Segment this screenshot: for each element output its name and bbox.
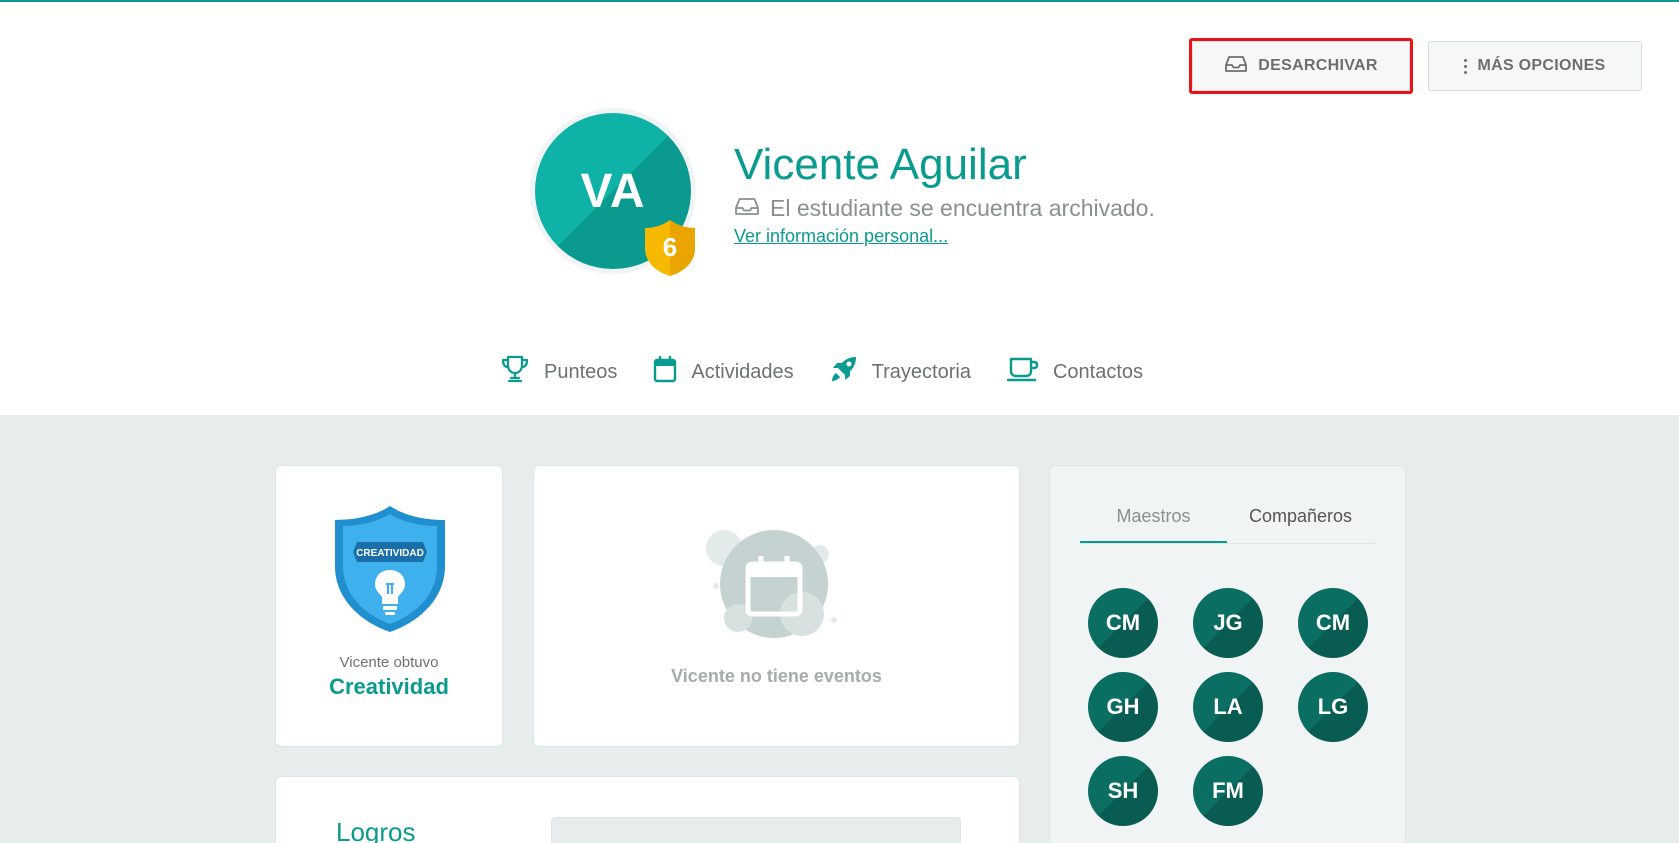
contact-avatar[interactable]: LA: [1193, 672, 1263, 742]
tab-label: Actividades: [691, 360, 794, 383]
empty-calendar-illustration: [702, 522, 852, 652]
archived-status-text: El estudiante se encuentra archivado.: [770, 195, 1155, 221]
award-card: CREATIVIDAD Vicente obtuvo Creatividad: [275, 465, 503, 747]
inbox-icon: [1224, 55, 1248, 78]
badge-banner-text: CREATIVIDAD: [356, 548, 424, 559]
tab-label: Contactos: [1052, 360, 1144, 383]
more-vertical-icon: [1464, 58, 1468, 74]
student-name: Vicente Aguilar: [734, 140, 1027, 189]
unarchive-button[interactable]: DESARCHIVAR: [1192, 41, 1410, 91]
archived-status: El estudiante se encuentra archivado.: [734, 195, 1155, 222]
personal-info-link[interactable]: Ver información personal...: [734, 226, 948, 247]
rocket-icon: [830, 355, 858, 389]
contacts-tabs: Maestros Compañeros: [1080, 498, 1375, 544]
tab-maestros[interactable]: Maestros: [1080, 498, 1227, 543]
events-card: Vicente no tiene eventos: [533, 465, 1020, 747]
contact-avatar[interactable]: CM: [1088, 588, 1158, 658]
logros-title: Logros: [336, 817, 416, 843]
more-options-label: MÁS OPCIONES: [1477, 57, 1606, 74]
unarchive-label: DESARCHIVAR: [1258, 57, 1378, 74]
award-caption: Vicente obtuvo: [339, 654, 439, 671]
profile-tabs: Punteos Actividades Trayectoria Contacto…: [500, 352, 1179, 392]
contact-avatar[interactable]: CM: [1298, 588, 1368, 658]
contact-avatar[interactable]: FM: [1193, 756, 1263, 826]
contact-avatar[interactable]: SH: [1088, 756, 1158, 826]
logros-card: Logros: [275, 776, 1020, 843]
tab-contactos[interactable]: Contactos: [1006, 356, 1144, 388]
events-empty-text: Vicente no tiene eventos: [671, 666, 882, 686]
contact-avatar[interactable]: LG: [1298, 672, 1368, 742]
more-options-button[interactable]: MÁS OPCIONES: [1428, 41, 1642, 91]
contact-avatar[interactable]: GH: [1088, 672, 1158, 742]
tab-label: Punteos: [544, 360, 618, 383]
tab-companeros[interactable]: Compañeros: [1227, 498, 1374, 543]
coffee-cup-icon: [1006, 356, 1039, 388]
tab-trayectoria[interactable]: Trayectoria: [830, 355, 971, 389]
calendar-icon: [653, 355, 677, 389]
inbox-icon: [734, 195, 760, 222]
award-title: Creatividad: [329, 674, 449, 699]
tab-punteos[interactable]: Punteos: [500, 355, 617, 389]
level-number: 6: [662, 232, 678, 262]
contact-avatar[interactable]: JG: [1193, 588, 1263, 658]
contacts-card: Maestros Compañeros CM JG CM GH LA LG SH…: [1049, 465, 1406, 843]
trophy-icon: [500, 355, 530, 389]
tab-actividades[interactable]: Actividades: [653, 355, 794, 389]
level-badge: 6: [643, 218, 697, 278]
tab-label: Trayectoria: [871, 360, 971, 383]
logros-panel: [551, 817, 961, 843]
creativity-badge: CREATIVIDAD: [333, 504, 447, 634]
